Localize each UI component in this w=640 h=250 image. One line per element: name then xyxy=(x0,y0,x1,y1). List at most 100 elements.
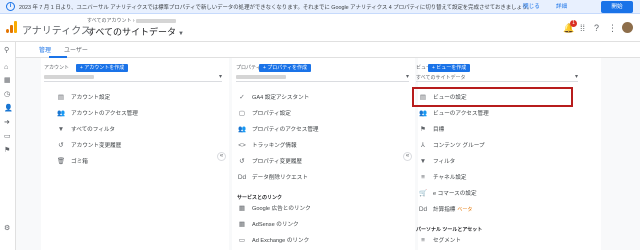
segment-icon: ≡ xyxy=(421,236,425,244)
home-icon[interactable]: ⌂ xyxy=(4,64,8,71)
collapse-arrow-icon[interactable]: « xyxy=(217,152,226,161)
all-filters-item[interactable]: ▼ すべてのフィルタ xyxy=(56,124,115,134)
filters-item[interactable]: ▼ フィルタ xyxy=(418,156,455,166)
view-dropdown-value: すべてのサイトデータ xyxy=(416,75,466,81)
ecommerce-settings-item[interactable]: 🛒 e コマースの設定 xyxy=(418,188,477,198)
goals-item[interactable]: ⚑ 目標 xyxy=(418,124,444,134)
redacted-account-name xyxy=(44,75,94,79)
view-settings-highlight-box xyxy=(412,87,573,107)
help-icon[interactable]: ? xyxy=(594,23,599,33)
apps-grid-icon[interactable]: ⁞⁞ xyxy=(580,23,585,33)
app-header: アナリティクス すべてのアカウント › すべてのサイトデータ ▼ 🔔 1 ⁞⁞ ?… xyxy=(0,14,640,42)
filter-icon: ▼ xyxy=(419,157,427,165)
account-change-history-item[interactable]: ↺ アカウント変更履歴 xyxy=(56,140,121,150)
item-label: データ削除リクエスト xyxy=(252,175,308,181)
item-label: ゴミ箱 xyxy=(71,159,88,165)
behavior-icon[interactable]: ▭ xyxy=(4,132,11,140)
info-icon: i xyxy=(6,2,15,11)
property-dropdown[interactable]: ▾ xyxy=(236,73,409,82)
banner-close-button[interactable]: 閉じる xyxy=(523,2,540,10)
view-selector-label: すべてのサイトデータ xyxy=(87,27,177,37)
analytics-logo-icon[interactable] xyxy=(6,21,18,33)
personal-tools-section-heading: パーソナル ツールとアセット xyxy=(416,227,483,233)
content-grouping-item[interactable]: ⅄ コンテンツ グループ xyxy=(418,140,485,150)
view-selector[interactable]: すべてのサイトデータ ▼ xyxy=(87,25,184,38)
item-label: すべてのフィルタ xyxy=(71,127,116,133)
redacted-property-name xyxy=(135,18,176,23)
search-icon[interactable]: ⚲ xyxy=(4,46,9,54)
collapse-arrow-icon[interactable]: « xyxy=(403,152,412,161)
cart-icon: 🛒 xyxy=(418,190,428,197)
view-dropdown[interactable]: すべてのサイトデータ ▾ xyxy=(416,73,578,82)
trash-item[interactable]: 🗑 ゴミ箱 xyxy=(56,156,88,166)
banner-detail-button[interactable]: 詳細 xyxy=(556,2,567,10)
item-label: Ad Exchange のリンク xyxy=(252,238,310,244)
caret-down-icon: ▾ xyxy=(405,74,409,80)
property-change-history-item[interactable]: ↺ プロパティ変更履歴 xyxy=(237,156,302,166)
filter-icon: ▼ xyxy=(57,125,65,133)
avatar[interactable] xyxy=(622,22,633,33)
more-vert-icon[interactable]: ⋮ xyxy=(608,23,617,34)
ad-exchange-linking-item[interactable]: ▭ Ad Exchange のリンク xyxy=(237,235,309,245)
product-linking-section-heading: サービスとのリンク xyxy=(237,195,282,201)
ga4-setup-assistant-item[interactable]: ✓ GA4 設定アシスタント xyxy=(237,92,309,102)
channel-settings-item[interactable]: ≡ チャネル設定 xyxy=(418,172,467,182)
redacted-property-name xyxy=(236,75,286,79)
trash-icon: 🗑 xyxy=(56,158,66,165)
item-label: プロパティのアクセス管理 xyxy=(252,127,319,133)
caret-down-icon: ▾ xyxy=(218,74,222,80)
item-label: Google 広告とのリンク xyxy=(252,206,311,212)
audience-icon[interactable]: 👤 xyxy=(4,104,13,112)
property-access-management-item[interactable]: 👥 プロパティのアクセス管理 xyxy=(237,124,319,134)
check-icon: ✓ xyxy=(239,94,245,101)
account-dropdown[interactable]: ▾ xyxy=(44,73,222,82)
acquisition-icon[interactable]: ➜ xyxy=(4,118,10,126)
caret-down-icon: ▼ xyxy=(178,31,184,37)
code-icon: <> xyxy=(238,141,246,149)
admin-tabs: 管理 ユーザー xyxy=(16,42,640,58)
segments-item[interactable]: ≡ セグメント xyxy=(418,235,461,245)
dd-icon: Dd xyxy=(418,205,428,213)
calculated-metrics-item[interactable]: Dd 計算指標 ベータ xyxy=(418,204,473,214)
item-label: フィルタ xyxy=(433,159,456,165)
data-deletion-request-item[interactable]: Dd データ削除リクエスト xyxy=(237,172,308,182)
google-ads-linking-item[interactable]: ▦ Google 広告とのリンク xyxy=(237,203,311,213)
app-title: アナリティクス xyxy=(22,26,91,37)
ad-exchange-icon: ▭ xyxy=(238,237,246,244)
account-column-heading: アカウント xyxy=(44,65,70,71)
people-icon: 👥 xyxy=(237,126,247,133)
item-label: GA4 設定アシスタント xyxy=(252,95,310,101)
item-label: コンテンツ グループ xyxy=(433,143,485,149)
property-column-heading: プロパティ xyxy=(236,65,261,71)
item-label: アカウント設定 xyxy=(71,95,111,101)
item-label: チャネル設定 xyxy=(433,175,467,181)
create-property-button[interactable]: + プロパティを作成 xyxy=(259,64,312,72)
account-column: アカウント + アカウントを作成 ▾ ▤ アカウント設定 👥 アカウントのアクセス管… xyxy=(41,58,229,250)
adsense-linking-item[interactable]: ▦ AdSense のリンク xyxy=(237,219,299,229)
tab-admin[interactable]: 管理 xyxy=(39,45,51,54)
ga4-migration-banner: i 2023 年 7 月 1 日より、ユニバーサル アナリティクスでは標準プロパ… xyxy=(0,0,640,14)
caret-down-icon: ▾ xyxy=(574,74,578,80)
view-access-management-item[interactable]: 👥 ビューのアクセス管理 xyxy=(418,108,489,118)
tracking-info-item[interactable]: <> トラッキング情報 xyxy=(237,140,296,150)
account-access-management-item[interactable]: 👥 アカウントのアクセス管理 xyxy=(56,108,138,118)
account-breadcrumb[interactable]: すべてのアカウント › xyxy=(87,17,176,24)
item-label: AdSense のリンク xyxy=(252,222,299,228)
create-view-button[interactable]: + ビューを作成 xyxy=(428,64,471,72)
settings-page-icon: ▢ xyxy=(238,110,246,117)
property-settings-item[interactable]: ▢ プロパティ設定 xyxy=(237,108,291,118)
conversion-icon[interactable]: ⚑ xyxy=(4,146,10,154)
history-icon: ↺ xyxy=(239,158,245,165)
account-breadcrumb-label: すべてのアカウント › xyxy=(87,18,135,24)
create-account-button[interactable]: + アカウントを作成 xyxy=(76,64,129,72)
tab-user[interactable]: ユーザー xyxy=(64,45,88,54)
banner-text: 2023 年 7 月 1 日より、ユニバーサル アナリティクスでは標準プロパティ… xyxy=(19,4,533,11)
customization-icon[interactable]: ▦ xyxy=(4,76,11,84)
channel-icon: ≡ xyxy=(421,173,425,181)
notification-count-badge: 1 xyxy=(570,20,577,27)
admin-gear-icon[interactable]: ⚙ xyxy=(4,224,10,232)
realtime-icon[interactable]: ◷ xyxy=(4,90,10,98)
left-sidebar: ⚲ ⌂ ▦ ◷ 👤 ➜ ▭ ⚑ ⚙ xyxy=(0,42,16,250)
account-settings-item[interactable]: ▤ アカウント設定 xyxy=(56,92,110,102)
banner-start-button[interactable]: 開始 xyxy=(601,1,633,13)
